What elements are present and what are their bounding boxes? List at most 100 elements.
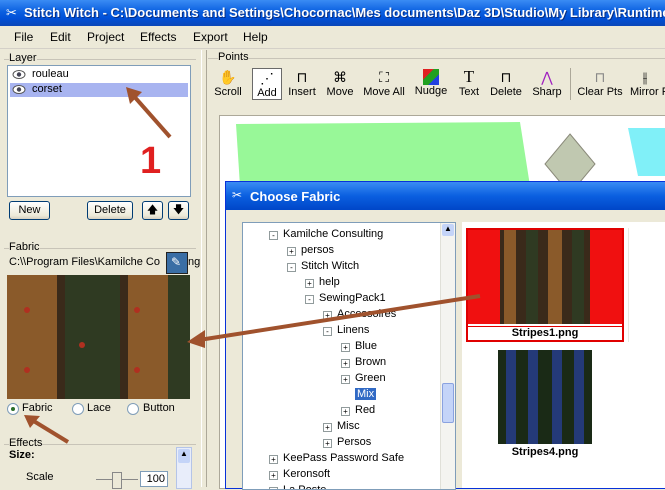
expand-icon[interactable]: + xyxy=(341,407,350,416)
tree-node[interactable]: Kamilche Consulting xyxy=(283,228,383,240)
tool-add[interactable]: ⋰ Add xyxy=(252,68,282,100)
tree-node[interactable]: Brown xyxy=(355,356,386,368)
tree-node[interactable]: Stitch Witch xyxy=(301,260,359,272)
tree-node[interactable]: Red xyxy=(355,404,375,416)
scroll-up-icon[interactable]: ▲ xyxy=(178,449,190,463)
tool-insert[interactable]: ⊓ Insert xyxy=(286,68,318,100)
tree-node[interactable]: KeePass Password Safe xyxy=(283,452,404,464)
thumbnail-stripes4[interactable]: Stripes4.png xyxy=(466,348,624,466)
radio-button[interactable] xyxy=(127,403,139,415)
title-bar: ✂ Stitch Witch - C:\Documents and Settin… xyxy=(0,0,665,26)
annotation-arrow xyxy=(126,87,172,139)
radio-fabric[interactable] xyxy=(7,403,19,415)
scale-slider-thumb[interactable] xyxy=(112,472,122,489)
menu-help[interactable]: Help xyxy=(243,30,268,44)
expand-icon[interactable]: + xyxy=(323,439,332,448)
annotation-arrow xyxy=(187,294,481,348)
new-layer-button[interactable]: New xyxy=(9,201,50,220)
move-up-button[interactable]: 🡅 xyxy=(142,201,163,220)
tree-node[interactable]: Keronsoft xyxy=(283,468,330,480)
window-title: Stitch Witch - C:\Documents and Settings… xyxy=(24,5,665,20)
scroll-thumb[interactable] xyxy=(442,383,454,423)
tree-scrollbar[interactable]: ▲ xyxy=(440,223,455,489)
nudge-icon xyxy=(423,69,439,85)
move-icon: ⌘ xyxy=(333,69,347,85)
tool-delete[interactable]: ⊓ Delete xyxy=(488,68,524,100)
tree-node[interactable]: help xyxy=(319,276,340,288)
expand-icon[interactable]: + xyxy=(287,247,296,256)
expand-icon[interactable]: + xyxy=(269,455,278,464)
insert-point-icon: ⊓ xyxy=(296,69,308,85)
expand-icon[interactable]: + xyxy=(269,471,278,480)
scale-label: Scale xyxy=(26,471,54,483)
tool-clear-points[interactable]: ⊓ Clear Pts xyxy=(576,68,624,100)
points-group-border xyxy=(208,58,665,59)
thumbnail-grid[interactable]: Stripes1.png Stripes4.png xyxy=(462,222,665,488)
menu-effects[interactable]: Effects xyxy=(140,30,176,44)
tool-scroll[interactable]: ✋ Scroll xyxy=(212,68,244,100)
folder-tree[interactable]: - Kamilche Consulting + persos - Stitch Witch… xyxy=(242,222,456,490)
menu-file[interactable]: File xyxy=(14,30,33,44)
collapse-icon[interactable]: - xyxy=(269,231,278,240)
mirror-icon: ⫲ xyxy=(642,69,648,85)
tool-move-all[interactable]: ⛶ Move All xyxy=(362,68,406,100)
tree-node[interactable]: Misc xyxy=(337,420,360,432)
tree-node[interactable]: La Poste xyxy=(283,484,326,489)
thumbnail-image xyxy=(498,350,592,444)
text-icon: T xyxy=(463,67,475,86)
menu-edit[interactable]: Edit xyxy=(50,30,71,44)
clear-points-icon: ⊓ xyxy=(594,69,606,85)
radio-lace[interactable] xyxy=(72,403,84,415)
tree-node[interactable]: Green xyxy=(355,372,386,384)
fabric-path: C:\\Program Files\Kamilche Co xyxy=(9,256,160,268)
annotation-number: 1 xyxy=(140,140,162,182)
tool-nudge[interactable]: Nudge xyxy=(412,68,450,100)
fabric-preview xyxy=(7,275,190,399)
thumbnail-image xyxy=(468,230,622,324)
expand-icon[interactable]: + xyxy=(305,279,314,288)
dialog-title-bar: ✂ Choose Fabric xyxy=(226,182,665,210)
dialog-title: Choose Fabric xyxy=(250,189,341,204)
tool-move[interactable]: ⌘ Move xyxy=(324,68,356,100)
tree-node[interactable]: Mix xyxy=(355,388,377,400)
expand-icon[interactable]: + xyxy=(341,359,350,368)
tree-node[interactable]: Persos xyxy=(337,436,371,448)
browse-fabric-button[interactable]: ✎ xyxy=(166,252,188,274)
layer-group-label: Layer xyxy=(9,52,37,64)
scroll-up-icon[interactable]: ▲ xyxy=(442,224,454,236)
size-label: Size: xyxy=(9,449,35,461)
tool-sharp[interactable]: ⋀ Sharp xyxy=(530,68,564,100)
menu-export[interactable]: Export xyxy=(193,30,228,44)
expand-icon[interactable]: + xyxy=(341,375,350,384)
collapse-icon[interactable]: - xyxy=(287,263,296,272)
thumbnail-label: Stripes1.png xyxy=(468,326,622,339)
delete-point-icon: ⊓ xyxy=(500,69,512,85)
eye-icon[interactable] xyxy=(12,84,26,95)
arrow-up-icon: 🡅 xyxy=(146,204,159,216)
layer-name: rouleau xyxy=(32,68,69,80)
scale-input[interactable]: 100 xyxy=(140,471,168,487)
move-all-icon: ⛶ xyxy=(379,69,389,85)
points-group-label: Points xyxy=(218,51,249,63)
layer-row-rouleau[interactable]: rouleau xyxy=(10,68,188,82)
hand-icon: ✋ xyxy=(219,69,237,85)
radio-button-label: Button xyxy=(143,402,175,414)
app-icon: ✂ xyxy=(6,5,17,20)
toolbar-separator xyxy=(570,68,571,100)
layer-name: corset xyxy=(32,83,62,95)
menu-project[interactable]: Project xyxy=(87,30,124,44)
splitter[interactable] xyxy=(201,50,207,487)
eye-icon[interactable] xyxy=(12,69,26,80)
tree-node[interactable]: persos xyxy=(301,244,334,256)
tool-mirror[interactable]: ⫲ Mirror F xyxy=(630,68,665,100)
eyedropper-icon: ✎ xyxy=(171,255,182,269)
tool-text[interactable]: T Text xyxy=(454,68,484,100)
delete-layer-button[interactable]: Delete xyxy=(87,201,133,220)
thumbnail-empty xyxy=(628,228,665,342)
app-icon: ✂ xyxy=(232,188,243,202)
thumbnail-stripes1[interactable]: Stripes1.png xyxy=(466,228,624,342)
effects-scrollbar[interactable]: ▲ xyxy=(176,447,192,489)
expand-icon[interactable]: + xyxy=(323,423,332,432)
thumbnail-label: Stripes4.png xyxy=(511,446,579,458)
move-down-button[interactable]: 🡇 xyxy=(168,201,189,220)
